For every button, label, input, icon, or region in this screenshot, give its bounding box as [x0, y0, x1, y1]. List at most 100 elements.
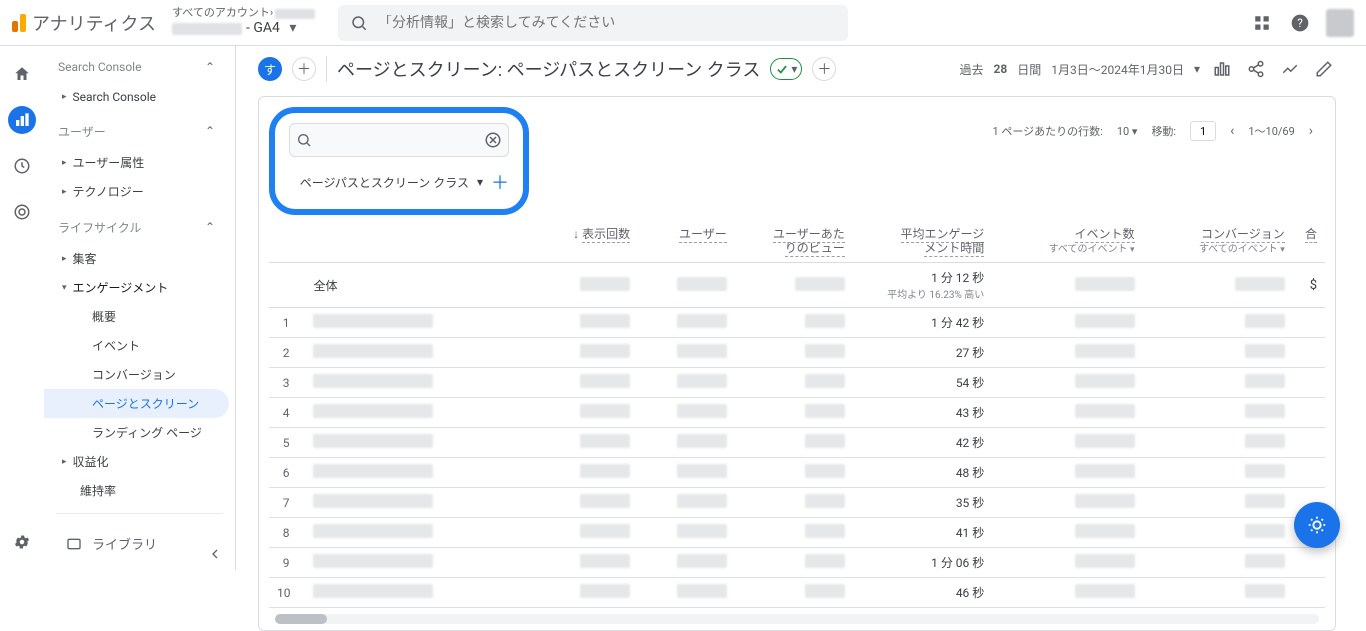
date-range-suffix: 日間	[1017, 61, 1041, 78]
global-search[interactable]	[338, 5, 848, 41]
sidebar-item-monetization[interactable]: ▸ 収益化	[44, 447, 229, 476]
row-revenue	[1293, 338, 1325, 368]
redacted	[313, 374, 433, 388]
caret-right-icon: ▸	[62, 254, 67, 264]
row-index: 2	[269, 338, 305, 368]
app-header: アナリティクス すべてのアカウント › - GA4 ▾ ?	[0, 0, 1366, 46]
col-users[interactable]: ユーザー	[638, 221, 735, 263]
pager-next-icon[interactable]: ›	[1309, 123, 1313, 139]
table-row[interactable]: 354 秒	[269, 368, 1325, 398]
horizontal-scrollbar[interactable]	[275, 614, 1319, 624]
sidebar-item-overview[interactable]: 概要	[44, 302, 229, 331]
avatar[interactable]	[1326, 9, 1354, 37]
col-views[interactable]: ↓ 表示回数	[542, 221, 639, 263]
redacted	[313, 344, 433, 358]
account-picker[interactable]: すべてのアカウント › - GA4 ▾	[172, 7, 322, 37]
clear-icon[interactable]	[484, 131, 502, 149]
table-search-input[interactable]	[312, 133, 484, 148]
tab-chip-active[interactable]: す	[258, 57, 282, 81]
table-row[interactable]: 443 秒	[269, 398, 1325, 428]
row-engagement: 54 秒	[853, 368, 993, 398]
chevron-down-icon: ▾	[791, 62, 797, 76]
redacted	[1235, 277, 1285, 291]
sidebar-item-acquisition[interactable]: ▸ 集客	[44, 244, 229, 273]
section-lifecycle[interactable]: ライフサイクル ⌃	[44, 206, 235, 244]
table-row[interactable]: 542 秒	[269, 428, 1325, 458]
sidebar-item-engagement[interactable]: ▾ エンゲージメント	[44, 273, 229, 302]
redacted	[580, 584, 630, 598]
rail-admin-icon[interactable]	[8, 528, 36, 556]
row-revenue	[1293, 428, 1325, 458]
col-conversions[interactable]: コンバージョンすべてのイベント ▾	[1143, 221, 1293, 263]
redacted	[1245, 524, 1285, 538]
goto-input[interactable]	[1190, 121, 1216, 141]
rail-advertising-icon[interactable]	[8, 198, 36, 226]
sidebar-item-pages-screens[interactable]: ページとスクリーン	[44, 389, 229, 418]
sidebar-item-label: コンバージョン	[92, 366, 176, 383]
redacted	[1075, 314, 1135, 328]
redacted	[1075, 404, 1135, 418]
insights-icon[interactable]	[1278, 57, 1302, 81]
section-user[interactable]: ユーザー ⌃	[44, 110, 235, 148]
sidebar-item-landing[interactable]: ランディング ページ	[44, 418, 229, 447]
add-tab-button[interactable]: ＋	[292, 57, 316, 81]
sidebar-item-label: ページとスクリーン	[92, 395, 199, 412]
sidebar-item-retention[interactable]: 維持率	[44, 476, 229, 505]
redacted	[1075, 554, 1135, 568]
row-index: 10	[269, 578, 305, 608]
chevron-up-icon: ⌃	[201, 58, 219, 76]
sidebar-item-tech[interactable]: ▸ テクノロジー	[44, 177, 229, 206]
left-rail	[0, 46, 44, 570]
table-row[interactable]: 648 秒	[269, 458, 1325, 488]
table-row[interactable]: 735 秒	[269, 488, 1325, 518]
property-name-redacted	[172, 23, 242, 35]
row-engagement: 46 秒	[853, 578, 993, 608]
scrollbar-thumb[interactable]	[275, 614, 327, 624]
table-row[interactable]: 841 秒	[269, 518, 1325, 548]
table-row[interactable]: 227 秒	[269, 338, 1325, 368]
add-comparison-button[interactable]: ＋	[812, 57, 836, 81]
insights-fab[interactable]	[1294, 502, 1340, 548]
sidebar-item-events[interactable]: イベント	[44, 331, 229, 360]
rail-explore-icon[interactable]	[8, 152, 36, 180]
sidebar-item-search-console[interactable]: ▸ Search Console	[44, 84, 229, 110]
sidebar-item-label: 収益化	[73, 453, 109, 470]
apps-icon[interactable]	[1250, 11, 1274, 35]
date-range-picker[interactable]: 1月3日～2024年1月30日	[1051, 61, 1184, 78]
pager-prev-icon[interactable]: ‹	[1230, 123, 1234, 139]
customize-icon[interactable]	[1210, 57, 1234, 81]
table-search[interactable]	[289, 123, 509, 157]
app-logo: アナリティクス	[8, 10, 156, 36]
report-sidebar: Search Console ⌃ ▸ Search Console ユーザー ⌃…	[44, 46, 236, 570]
redacted	[313, 404, 433, 418]
sidebar-item-user-attributes[interactable]: ▸ ユーザー属性	[44, 148, 229, 177]
table-row[interactable]: 11 分 42 秒	[269, 308, 1325, 338]
row-revenue	[1293, 368, 1325, 398]
caret-right-icon: ▸	[62, 457, 67, 467]
col-revenue[interactable]: 合	[1293, 221, 1325, 263]
col-views-per-user[interactable]: ユーザーあたりのビュー	[735, 221, 853, 263]
sidebar-item-label: 集客	[73, 250, 97, 267]
primary-dimension[interactable]: ページパスとスクリーン クラス	[300, 174, 469, 191]
add-dimension-button[interactable]: ＋	[491, 169, 509, 195]
redacted	[580, 434, 630, 448]
section-search-console[interactable]: Search Console ⌃	[44, 46, 235, 84]
row-index: 5	[269, 428, 305, 458]
redacted	[313, 554, 433, 568]
rail-home-icon[interactable]	[8, 60, 36, 88]
rows-per-page-select[interactable]: 10 ▾	[1117, 125, 1138, 138]
collapse-sidebar-button[interactable]	[207, 546, 223, 562]
sidebar-item-conversions[interactable]: コンバージョン	[44, 360, 229, 389]
table-row[interactable]: 91 分 06 秒	[269, 548, 1325, 578]
status-pill[interactable]: ▾	[770, 58, 802, 80]
global-search-input[interactable]	[378, 15, 836, 31]
col-events[interactable]: イベント数すべてのイベント ▾	[992, 221, 1142, 263]
table-row[interactable]: 10 46 秒	[269, 578, 1325, 608]
rail-reports-icon[interactable]	[8, 106, 36, 134]
help-icon[interactable]: ?	[1288, 11, 1312, 35]
share-icon[interactable]	[1244, 57, 1268, 81]
col-avg-engagement[interactable]: 平均エンゲージメント時間	[853, 221, 993, 263]
redacted	[805, 524, 845, 538]
property-suffix: - GA4	[246, 21, 280, 36]
edit-icon[interactable]	[1312, 57, 1336, 81]
